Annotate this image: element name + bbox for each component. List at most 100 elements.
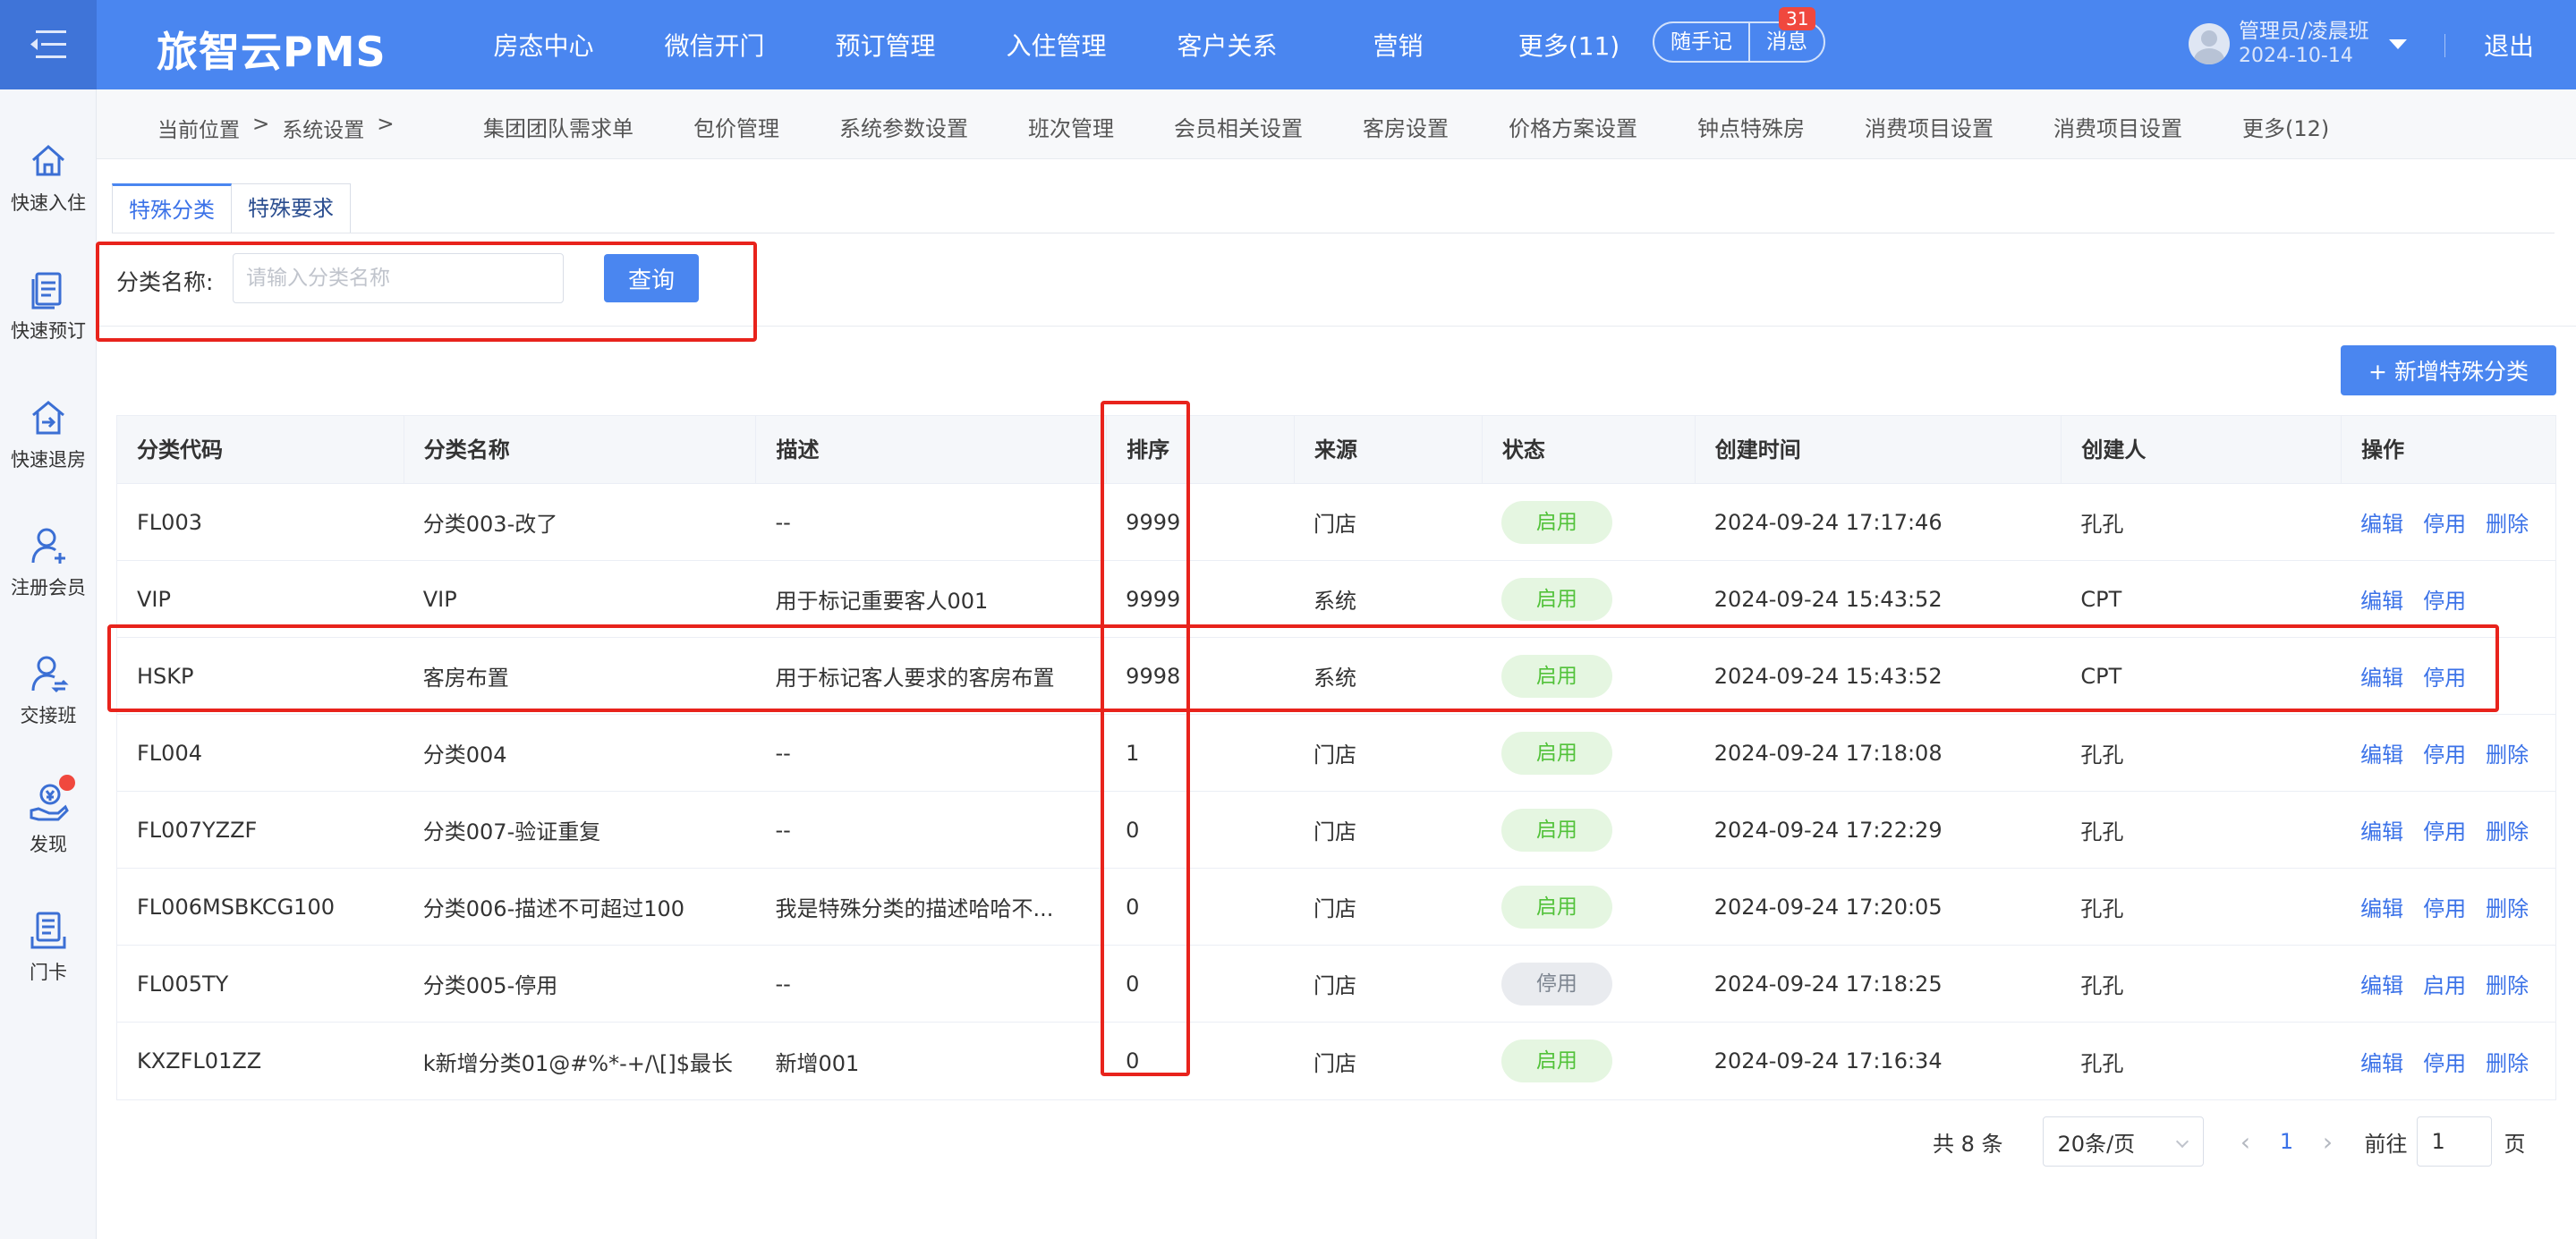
action-link[interactable]: 编辑: [2360, 1046, 2403, 1077]
action-link[interactable]: 停用: [2423, 737, 2466, 768]
action-link[interactable]: 删除: [2486, 737, 2529, 768]
action-link[interactable]: 停用: [2423, 583, 2466, 615]
subnav-hourly-room[interactable]: 钟点特殊房: [1697, 111, 1805, 142]
user-menu[interactable]: 管理员/凌晨班 2024-10-14: [2189, 20, 2407, 68]
settings-sub-nav: 集团团队需求单 包价管理 系统参数设置 班次管理 会员相关设置 客房设置 价格方…: [483, 111, 2389, 142]
cell-creator: CPT: [2080, 663, 2122, 689]
cell-desc: --: [775, 971, 791, 997]
cell-source: 门店: [1314, 819, 1357, 844]
notification-dot: [59, 775, 75, 791]
subnav-price-plan[interactable]: 价格方案设置: [1509, 111, 1637, 142]
nav-marketing[interactable]: 营销: [1313, 27, 1484, 63]
nav-checkin[interactable]: 入住管理: [971, 27, 1142, 63]
subnav-member[interactable]: 会员相关设置: [1174, 111, 1303, 142]
status-badge: 启用: [1501, 577, 1612, 621]
document-icon: [31, 272, 62, 310]
subnav-consumption-1[interactable]: 消费项目设置: [1865, 111, 1994, 142]
action-link[interactable]: 编辑: [2360, 891, 2403, 922]
next-page-icon[interactable]: ›: [2318, 1127, 2338, 1157]
logout-button[interactable]: 退出: [2484, 27, 2534, 63]
page-size-value: 20条/页: [2057, 1131, 2136, 1157]
table-row: FL004 分类004 -- 1 门店 启用 2024-09-24 17:18:08 孔孔 编辑…: [117, 715, 2555, 792]
action-link[interactable]: 删除: [2486, 968, 2529, 999]
subnav-package[interactable]: 包价管理: [693, 111, 779, 142]
pagination: 共 8 条 20条/页 ‹ 1 › 前往 页: [1933, 1116, 2526, 1167]
nav-customer[interactable]: 客户关系: [1142, 27, 1313, 63]
subnav-more[interactable]: 更多(12): [2242, 111, 2329, 142]
subnav-consumption-2[interactable]: 消费项目设置: [2053, 111, 2182, 142]
add-special-category-button[interactable]: + 新增特殊分类: [2341, 345, 2556, 395]
action-link[interactable]: 编辑: [2360, 506, 2403, 538]
subnav-system-params[interactable]: 系统参数设置: [839, 111, 968, 142]
sidebar-item-discover[interactable]: 发现: [0, 775, 97, 857]
cell-sort: 1: [1126, 740, 1140, 766]
action-link[interactable]: 停用: [2423, 506, 2466, 538]
cell-name: 分类006-描述不可超过100: [422, 896, 685, 921]
notes-button[interactable]: 随手记: [1654, 23, 1748, 61]
action-link[interactable]: 编辑: [2360, 737, 2403, 768]
status-badge: 启用: [1501, 1040, 1612, 1082]
sidebar-label: 快速预订: [11, 320, 86, 342]
cell-desc: 用于标记重要客人001: [775, 589, 989, 614]
sidebar-item-register-member[interactable]: 注册会员: [0, 523, 97, 600]
sidebar-item-quick-checkout[interactable]: 快速退房: [0, 395, 97, 472]
action-link[interactable]: 删除: [2486, 814, 2529, 845]
sidebar-item-quick-checkin[interactable]: 快速入住: [0, 139, 97, 216]
page-number[interactable]: 1: [2256, 1129, 2318, 1154]
cell-name: 客房布置: [422, 666, 509, 691]
nav-room-status[interactable]: 房态中心: [458, 27, 629, 63]
cell-source: 门店: [1314, 973, 1357, 998]
nav-reservation[interactable]: 预订管理: [800, 27, 971, 63]
breadcrumb-section[interactable]: 系统设置: [282, 113, 364, 143]
user-date: 2024-10-14: [2239, 45, 2353, 67]
action-link[interactable]: 停用: [2423, 814, 2466, 845]
goto-page-input[interactable]: [2416, 1116, 2492, 1167]
cell-name: 分类007-验证重复: [422, 819, 601, 844]
header-creator: 创建人: [2061, 415, 2341, 484]
subnav-room[interactable]: 客房设置: [1363, 111, 1449, 142]
tab-special-request[interactable]: 特殊要求: [232, 183, 351, 233]
sidebar-item-quick-booking[interactable]: 快速预订: [0, 267, 97, 344]
action-link[interactable]: 删除: [2486, 1046, 2529, 1077]
action-link[interactable]: 停用: [2423, 660, 2466, 692]
sidebar-item-door-card[interactable]: 门卡: [0, 908, 97, 985]
page-size-select[interactable]: 20条/页: [2042, 1116, 2204, 1167]
main-nav: 房态中心 微信开门 预订管理 入住管理 客户关系 营销 更多(11): [458, 0, 1654, 89]
sidebar-item-shift-handover[interactable]: 交接班: [0, 651, 97, 728]
category-name-input[interactable]: [233, 253, 564, 303]
cell-status: 启用: [1482, 731, 1695, 775]
action-link[interactable]: 编辑: [2360, 583, 2403, 615]
nav-more[interactable]: 更多(11): [1484, 27, 1654, 63]
subnav-shift[interactable]: 班次管理: [1028, 111, 1114, 142]
action-link[interactable]: 停用: [2423, 891, 2466, 922]
sidebar-label: 发现: [30, 834, 67, 855]
action-link[interactable]: 启用: [2423, 968, 2466, 999]
total-count: 共 8 条: [1933, 1131, 2003, 1157]
cell-creator: 孔孔: [2080, 819, 2124, 844]
action-link[interactable]: 编辑: [2360, 660, 2403, 692]
header-created: 创建时间: [1694, 415, 2062, 484]
action-link[interactable]: 删除: [2486, 891, 2529, 922]
action-link[interactable]: 编辑: [2360, 968, 2403, 999]
status-badge: 启用: [1501, 731, 1612, 775]
nav-wechat-door[interactable]: 微信开门: [629, 27, 800, 63]
menu-toggle-button[interactable]: [0, 0, 97, 89]
action-link[interactable]: 编辑: [2360, 814, 2403, 845]
subnav-group-demand[interactable]: 集团团队需求单: [483, 111, 633, 142]
action-link[interactable]: 停用: [2423, 1046, 2466, 1077]
cell-desc: 新增001: [775, 1050, 860, 1076]
tab-special-category[interactable]: 特殊分类: [112, 183, 232, 233]
home-icon: [32, 144, 64, 176]
cell-created: 2024-09-24 17:18:08: [1713, 740, 1943, 766]
prev-page-icon[interactable]: ‹: [2236, 1127, 2256, 1157]
table-row: KXZFL01ZZ k新增分类01@#%*-+/\[]$最长 新增001 0 门店 启用 2…: [117, 1023, 2555, 1099]
card-icon: [30, 912, 66, 949]
cell-created: 2024-09-24 15:43:52: [1713, 586, 1943, 612]
breadcrumb-separator: >: [377, 113, 395, 136]
messages-badge: 31: [1779, 7, 1816, 30]
action-link[interactable]: 删除: [2486, 506, 2529, 538]
cell-actions: 编辑 停用 删除: [2341, 891, 2555, 922]
cell-actions: 编辑 停用: [2341, 660, 2555, 692]
cell-created: 2024-09-24 17:22:29: [1713, 817, 1943, 843]
query-button[interactable]: 查询: [604, 254, 699, 302]
